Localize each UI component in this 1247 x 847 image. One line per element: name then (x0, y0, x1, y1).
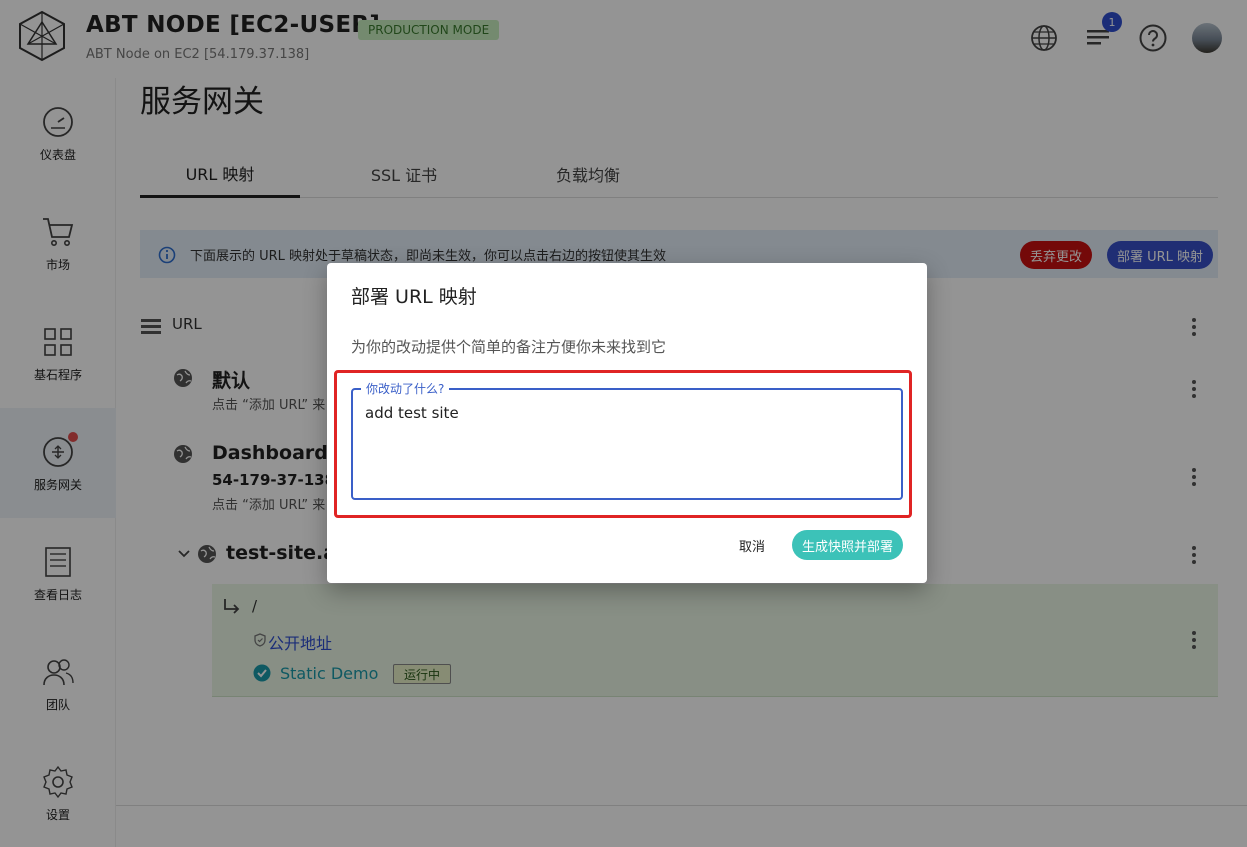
change-note-field[interactable]: 你改动了什么? add test site (351, 380, 903, 500)
change-note-value[interactable]: add test site (365, 404, 459, 422)
dialog-title: 部署 URL 映射 (351, 286, 477, 308)
snapshot-deploy-button[interactable]: 生成快照并部署 (792, 530, 904, 560)
change-note-label: 你改动了什么? (361, 380, 450, 397)
dialog-description: 为你的改动提供个简单的备注方便你未来找到它 (351, 338, 667, 356)
deploy-dialog: 部署 URL 映射 为你的改动提供个简单的备注方便你未来找到它 你改动了什么? … (327, 263, 927, 583)
cancel-button[interactable]: 取消 (727, 531, 777, 559)
